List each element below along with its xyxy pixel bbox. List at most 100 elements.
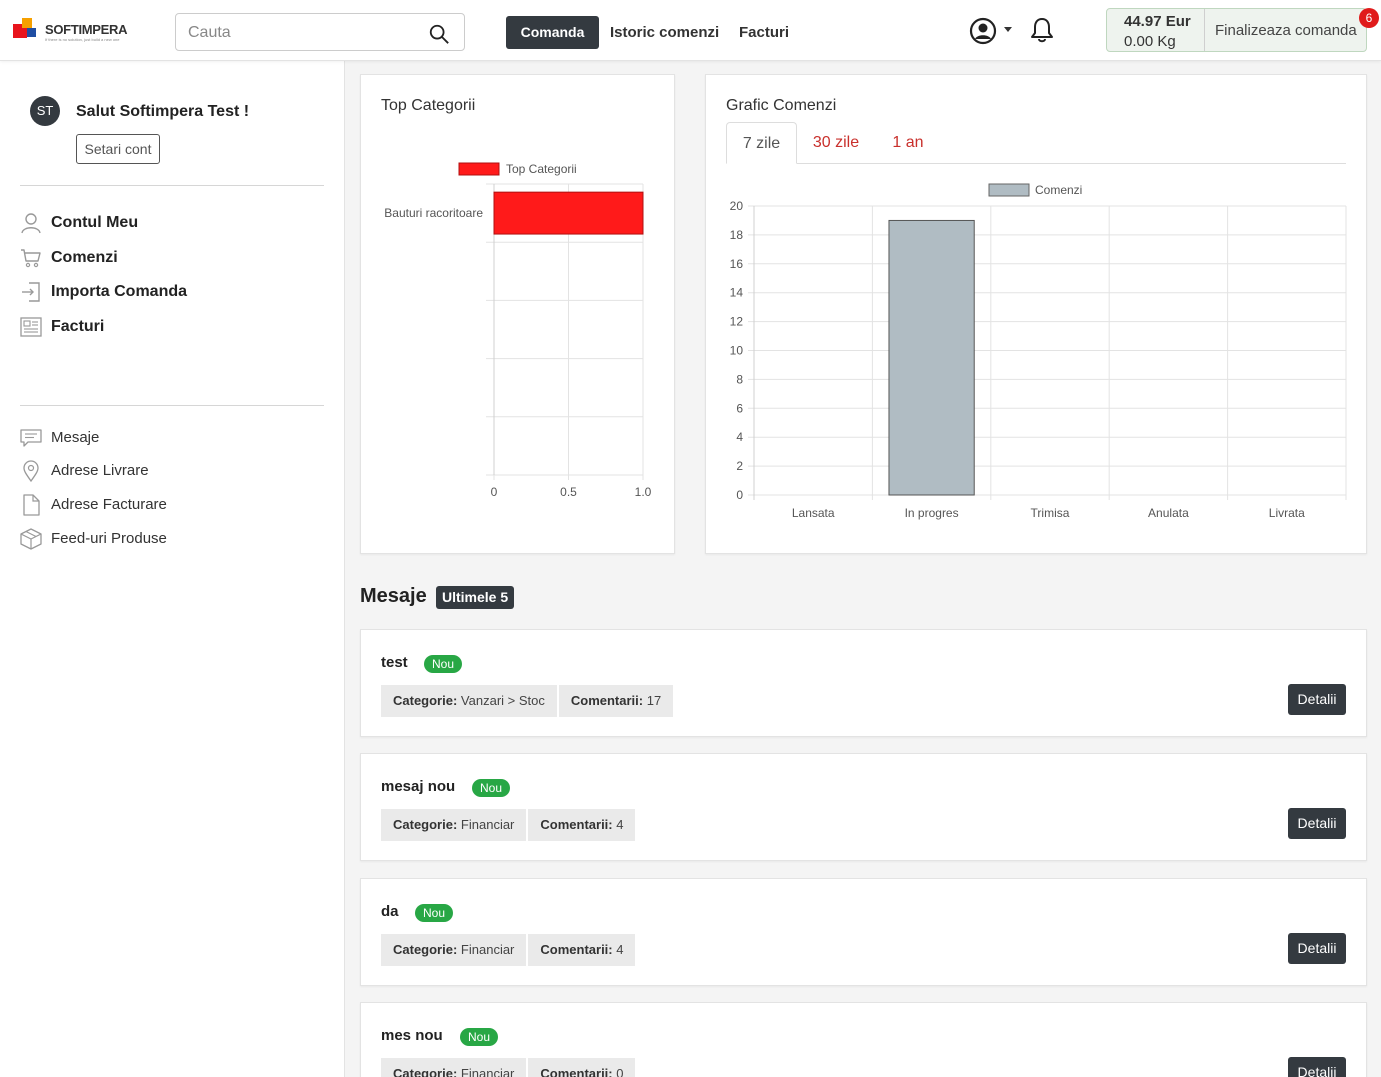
sidebar-item-label: Mesaje bbox=[51, 429, 100, 446]
cart-amount: 44.97 Eur bbox=[1124, 13, 1191, 30]
category-label: Bauturi racoritoare bbox=[384, 206, 483, 220]
x-tick-label: 0.5 bbox=[560, 485, 577, 499]
sidebar-item-label: Facturi bbox=[51, 318, 105, 335]
message-card: da Nou Categorie: Financiar Comentarii: … bbox=[360, 878, 1367, 986]
nav-invoices-link[interactable]: Facturi bbox=[739, 24, 789, 41]
x-tick-label: Lansata bbox=[792, 506, 835, 520]
message-category: Categorie: Financiar bbox=[381, 934, 527, 966]
cart-weight: 0.00 Kg bbox=[1124, 33, 1176, 50]
category-label: Categorie: bbox=[393, 693, 458, 708]
comments-label: Comentarii: bbox=[540, 817, 613, 832]
search-box bbox=[175, 13, 465, 51]
nav-order-button[interactable]: Comanda bbox=[506, 16, 599, 49]
invoice-icon bbox=[20, 317, 42, 337]
logo-text: SOFTIMPERA bbox=[45, 22, 128, 37]
search-icon[interactable] bbox=[428, 23, 450, 45]
y-tick-label: 4 bbox=[736, 430, 743, 444]
legend-label: Top Categorii bbox=[506, 162, 577, 176]
y-tick-label: 14 bbox=[730, 286, 744, 300]
category-value: Financiar bbox=[460, 817, 515, 832]
x-tick-label: In progres bbox=[905, 506, 959, 520]
new-badge: Nou bbox=[472, 779, 511, 797]
y-tick-label: 8 bbox=[736, 372, 743, 386]
details-button[interactable]: Detalii bbox=[1288, 1057, 1346, 1077]
message-title[interactable]: da bbox=[381, 903, 399, 920]
import-icon bbox=[22, 282, 40, 302]
x-tick-label: Livrata bbox=[1269, 506, 1305, 520]
y-tick-label: 16 bbox=[730, 257, 744, 271]
logo-tagline: If there is no solution, just build a ne… bbox=[45, 37, 120, 42]
comments-label: Comentarii: bbox=[540, 1066, 613, 1077]
category-value: Financiar bbox=[460, 942, 515, 957]
comments-value: 4 bbox=[616, 942, 624, 957]
x-tick-label: 0 bbox=[491, 485, 498, 499]
message-comments: Comentarii: 0 bbox=[528, 1058, 636, 1077]
message-card: mes nou Nou Categorie: Financiar Comenta… bbox=[360, 1002, 1367, 1077]
search-input[interactable] bbox=[188, 23, 418, 43]
orders-chart-card: Grafic Comenzi 7 zile 30 zile 1 an Comen… bbox=[705, 74, 1367, 554]
sidebar-item-label: Feed-uri Produse bbox=[51, 530, 167, 547]
user-account-icon[interactable] bbox=[969, 17, 997, 45]
x-tick-label: Trimisa bbox=[1031, 506, 1070, 520]
new-badge: Nou bbox=[415, 904, 454, 922]
sidebar: ST Salut Softimpera Test ! Setari cont C… bbox=[0, 61, 345, 1077]
y-tick-label: 12 bbox=[730, 315, 744, 329]
logo-mark bbox=[13, 18, 36, 38]
message-meta: Categorie: Vanzari > Stoc Comentarii: 17 bbox=[381, 685, 674, 717]
new-badge: Nou bbox=[424, 655, 463, 673]
y-tick-label: 10 bbox=[730, 344, 744, 358]
category-label: Categorie: bbox=[393, 1066, 458, 1077]
sidebar-item-label: Adrese Livrare bbox=[51, 462, 149, 479]
sidebar-item-label: Importa Comanda bbox=[51, 283, 188, 300]
cart-icon bbox=[21, 249, 41, 268]
category-label: Categorie: bbox=[393, 817, 458, 832]
location-pin-icon bbox=[23, 460, 39, 482]
softimpera-logo[interactable]: SOFTIMPERA If there is no solution, just… bbox=[13, 18, 138, 44]
message-category: Categorie: Financiar bbox=[381, 1058, 527, 1077]
y-tick-label: 6 bbox=[736, 401, 743, 415]
box-icon bbox=[20, 528, 42, 550]
top-categories-chart: Top Categorii 0 0.5 1.0 Bauturi racoritoare bbox=[384, 162, 652, 499]
comments-value: 4 bbox=[616, 817, 624, 832]
y-tick-label: 0 bbox=[736, 488, 743, 502]
top-header: SOFTIMPERA If there is no solution, just… bbox=[0, 0, 1381, 61]
comments-label: Comentarii: bbox=[570, 693, 644, 708]
sidebar-item-label: Adrese Facturare bbox=[51, 496, 167, 513]
sidebar-divider bbox=[20, 405, 324, 406]
message-icon bbox=[20, 429, 42, 447]
message-meta: Categorie: Financiar Comentarii: 4 bbox=[381, 809, 636, 841]
y-tick-label: 2 bbox=[736, 459, 743, 473]
sidebar-item-label: Comenzi bbox=[51, 249, 118, 266]
legend-label: Comenzi bbox=[1035, 183, 1082, 197]
bell-icon[interactable] bbox=[1029, 16, 1055, 44]
details-button[interactable]: Detalii bbox=[1288, 684, 1346, 715]
category-label: Categorie: bbox=[393, 942, 458, 957]
bar bbox=[888, 219, 975, 496]
message-category: Categorie: Vanzari > Stoc bbox=[381, 685, 557, 717]
file-icon bbox=[23, 494, 40, 516]
legend-swatch bbox=[458, 162, 500, 176]
greeting-text: Salut Softimpera Test ! bbox=[76, 103, 250, 120]
message-card: mesaj nou Nou Categorie: Financiar Comen… bbox=[360, 753, 1367, 861]
nav-order-history-link[interactable]: Istoric comenzi bbox=[610, 24, 719, 41]
message-title[interactable]: test bbox=[381, 654, 408, 671]
cart-count-badge: 6 bbox=[1359, 8, 1379, 28]
message-meta: Categorie: Financiar Comentarii: 4 bbox=[381, 934, 636, 966]
details-button[interactable]: Detalii bbox=[1288, 933, 1346, 964]
cart-summary[interactable]: 44.97 Eur 0.00 Kg Finalizeaza comanda bbox=[1106, 8, 1367, 52]
x-tick-label: 1.0 bbox=[635, 485, 652, 499]
message-title[interactable]: mes nou bbox=[381, 1027, 443, 1044]
message-comments: Comentarii: 4 bbox=[528, 809, 636, 841]
message-category: Categorie: Financiar bbox=[381, 809, 527, 841]
finish-order-button[interactable]: Finalizeaza comanda bbox=[1215, 22, 1357, 39]
category-value: Financiar bbox=[460, 1066, 515, 1077]
message-title[interactable]: mesaj nou bbox=[381, 778, 455, 795]
chevron-down-icon[interactable] bbox=[1004, 27, 1012, 32]
details-button[interactable]: Detalii bbox=[1288, 808, 1346, 839]
account-settings-button[interactable]: Setari cont bbox=[76, 134, 160, 164]
comments-value: 17 bbox=[646, 693, 662, 708]
new-badge: Nou bbox=[460, 1028, 499, 1046]
top-categories-card: Top Categorii Top Categorii 0 0.5 1.0 Bautur… bbox=[360, 74, 675, 554]
x-tick-label: Anulata bbox=[1148, 506, 1189, 520]
messages-latest-badge: Ultimele 5 bbox=[436, 586, 515, 609]
